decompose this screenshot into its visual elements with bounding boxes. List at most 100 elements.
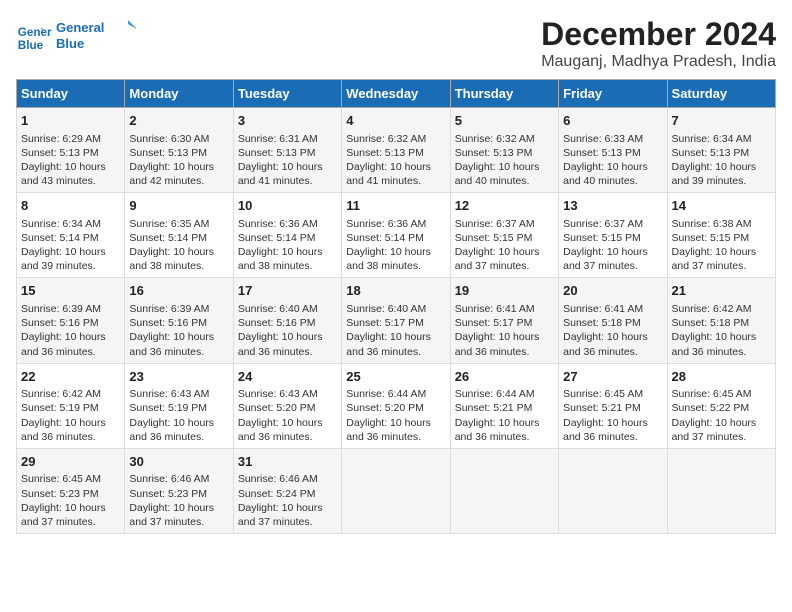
cell-text: Daylight: 10 hours xyxy=(238,160,337,174)
cell-text: Sunset: 5:16 PM xyxy=(129,316,228,330)
calendar-cell-17: 17Sunrise: 6:40 AMSunset: 5:16 PMDayligh… xyxy=(233,278,341,363)
cell-text: and 37 minutes. xyxy=(455,259,554,273)
cell-text: Sunset: 5:15 PM xyxy=(672,231,771,245)
calendar-cell-3: 3 Sunrise: 6:31 AMSunset: 5:13 PMDaylight… xyxy=(233,108,341,193)
calendar-cell-35 xyxy=(667,448,775,533)
cell-text: Sunrise: 6:45 AM xyxy=(21,472,120,486)
calendar-cell-22: 22Sunrise: 6:42 AMSunset: 5:19 PMDayligh… xyxy=(17,363,125,448)
cell-text: Sunset: 5:17 PM xyxy=(346,316,445,330)
cell-text: and 42 minutes. xyxy=(129,174,228,188)
cell-text: Sunset: 5:13 PM xyxy=(21,146,120,160)
calendar-week-5: 29Sunrise: 6:45 AMSunset: 5:23 PMDayligh… xyxy=(17,448,776,533)
cell-text: Sunrise: 6:30 AM xyxy=(129,132,228,146)
day-number: 4 xyxy=(346,112,445,130)
calendar-cell-4: 4Sunrise: 6:32 AMSunset: 5:13 PMDaylight… xyxy=(342,108,450,193)
cell-text: and 40 minutes. xyxy=(563,174,662,188)
calendar-cell-21: 21Sunrise: 6:42 AMSunset: 5:18 PMDayligh… xyxy=(667,278,775,363)
calendar-cell-19: 19Sunrise: 6:41 AMSunset: 5:17 PMDayligh… xyxy=(450,278,558,363)
calendar-cell-25: 25Sunrise: 6:44 AMSunset: 5:20 PMDayligh… xyxy=(342,363,450,448)
cell-text: Daylight: 10 hours xyxy=(129,160,228,174)
calendar-cell-24: 24Sunrise: 6:43 AMSunset: 5:20 PMDayligh… xyxy=(233,363,341,448)
cell-text: Daylight: 10 hours xyxy=(129,501,228,515)
header-day-wednesday: Wednesday xyxy=(342,80,450,108)
cell-text: Daylight: 10 hours xyxy=(455,245,554,259)
cell-text: Sunrise: 6:31 AM xyxy=(238,132,337,146)
svg-text:General: General xyxy=(56,20,104,35)
calendar-cell-16: 16Sunrise: 6:39 AMSunset: 5:16 PMDayligh… xyxy=(125,278,233,363)
cell-text: and 37 minutes. xyxy=(21,515,120,529)
cell-text: Daylight: 10 hours xyxy=(672,160,771,174)
cell-text: Sunrise: 6:29 AM xyxy=(21,132,120,146)
main-title: December 2024 xyxy=(541,16,776,53)
day-number: 11 xyxy=(346,197,445,215)
cell-text: Sunset: 5:13 PM xyxy=(238,146,337,160)
day-number: 22 xyxy=(21,368,120,386)
cell-text: and 43 minutes. xyxy=(21,174,120,188)
cell-text: Sunrise: 6:45 AM xyxy=(672,387,771,401)
cell-text: and 36 minutes. xyxy=(21,345,120,359)
day-number: 18 xyxy=(346,282,445,300)
calendar-cell-32 xyxy=(342,448,450,533)
cell-text: Sunset: 5:13 PM xyxy=(455,146,554,160)
cell-text: Sunset: 5:13 PM xyxy=(672,146,771,160)
calendar-cell-10: 10Sunrise: 6:36 AMSunset: 5:14 PMDayligh… xyxy=(233,193,341,278)
cell-text: and 37 minutes. xyxy=(238,515,337,529)
cell-text: Daylight: 10 hours xyxy=(455,160,554,174)
cell-text: Sunrise: 6:34 AM xyxy=(672,132,771,146)
title-area: December 2024 Mauganj, Madhya Pradesh, I… xyxy=(541,16,776,71)
cell-text: and 36 minutes. xyxy=(346,430,445,444)
svg-text:General: General xyxy=(18,26,52,39)
cell-text: Sunrise: 6:41 AM xyxy=(455,302,554,316)
cell-text: Sunset: 5:14 PM xyxy=(346,231,445,245)
header-day-tuesday: Tuesday xyxy=(233,80,341,108)
day-number: 2 xyxy=(129,112,228,130)
cell-text: Sunset: 5:19 PM xyxy=(21,401,120,415)
day-number: 12 xyxy=(455,197,554,215)
cell-text: Daylight: 10 hours xyxy=(346,416,445,430)
day-number: 6 xyxy=(563,112,662,130)
day-number: 13 xyxy=(563,197,662,215)
cell-text: Daylight: 10 hours xyxy=(21,245,120,259)
cell-text: Sunrise: 6:37 AM xyxy=(455,217,554,231)
cell-text: and 37 minutes. xyxy=(129,515,228,529)
cell-text: and 36 minutes. xyxy=(455,345,554,359)
day-number: 29 xyxy=(21,453,120,471)
day-number: 27 xyxy=(563,368,662,386)
cell-text: Sunset: 5:15 PM xyxy=(455,231,554,245)
cell-text: and 38 minutes. xyxy=(129,259,228,273)
calendar-cell-5: 5Sunrise: 6:32 AMSunset: 5:13 PMDaylight… xyxy=(450,108,558,193)
calendar-cell-2: 2Sunrise: 6:30 AMSunset: 5:13 PMDaylight… xyxy=(125,108,233,193)
cell-text: Sunset: 5:16 PM xyxy=(238,316,337,330)
cell-text: Daylight: 10 hours xyxy=(455,416,554,430)
calendar-cell-9: 9Sunrise: 6:35 AMSunset: 5:14 PMDaylight… xyxy=(125,193,233,278)
day-number: 26 xyxy=(455,368,554,386)
cell-text: Sunrise: 6:45 AM xyxy=(563,387,662,401)
calendar-week-2: 8Sunrise: 6:34 AMSunset: 5:14 PMDaylight… xyxy=(17,193,776,278)
calendar-cell-27: 27Sunrise: 6:45 AMSunset: 5:21 PMDayligh… xyxy=(559,363,667,448)
cell-text: Sunrise: 6:42 AM xyxy=(21,387,120,401)
header-day-sunday: Sunday xyxy=(17,80,125,108)
cell-text: and 41 minutes. xyxy=(346,174,445,188)
day-number: 3 xyxy=(238,112,337,130)
cell-text: Daylight: 10 hours xyxy=(129,245,228,259)
calendar-week-3: 15Sunrise: 6:39 AMSunset: 5:16 PMDayligh… xyxy=(17,278,776,363)
cell-text: Sunrise: 6:36 AM xyxy=(346,217,445,231)
cell-text: Daylight: 10 hours xyxy=(563,160,662,174)
cell-text: Daylight: 10 hours xyxy=(563,245,662,259)
calendar-week-4: 22Sunrise: 6:42 AMSunset: 5:19 PM Dayligh… xyxy=(17,363,776,448)
cell-text: Sunset: 5:24 PM xyxy=(238,487,337,501)
cell-text: Sunrise: 6:46 AM xyxy=(238,472,337,486)
cell-text: Daylight: 10 hours xyxy=(346,160,445,174)
cell-text: Sunset: 5:21 PM xyxy=(455,401,554,415)
cell-text: Sunset: 5:20 PM xyxy=(346,401,445,415)
calendar-cell-1: 1Sunrise: 6:29 AMSunset: 5:13 PMDaylight… xyxy=(17,108,125,193)
calendar-cell-26: 26Sunrise: 6:44 AMSunset: 5:21 PMDayligh… xyxy=(450,363,558,448)
calendar-cell-6: 6Sunrise: 6:33 AMSunset: 5:13 PMDaylight… xyxy=(559,108,667,193)
day-number: 16 xyxy=(129,282,228,300)
day-number: 21 xyxy=(672,282,771,300)
cell-text: Sunrise: 6:40 AM xyxy=(346,302,445,316)
cell-text: and 39 minutes. xyxy=(672,174,771,188)
cell-text: Daylight: 10 hours xyxy=(129,330,228,344)
day-number: 30 xyxy=(129,453,228,471)
svg-text:Blue: Blue xyxy=(18,38,44,51)
